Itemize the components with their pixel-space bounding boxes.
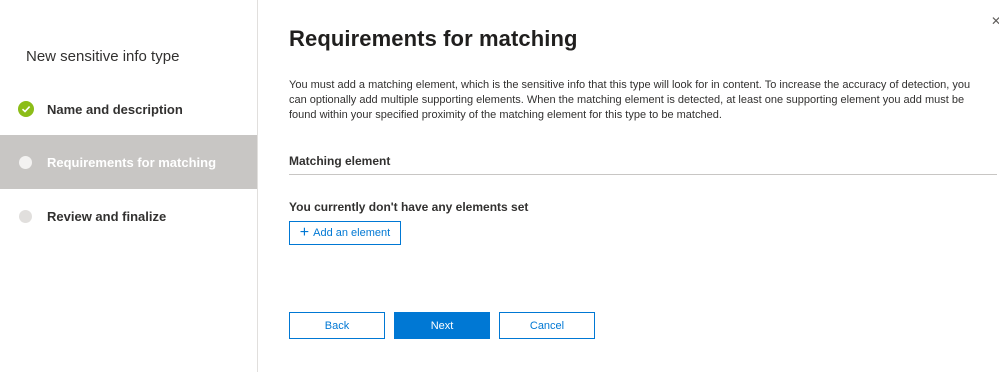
back-button[interactable]: Back [289, 312, 385, 339]
step-indicator-icon [19, 209, 32, 223]
step-indicator-icon [19, 155, 32, 169]
page-title: Requirements for matching [289, 26, 578, 51]
add-element-button[interactable]: + Add an element [289, 221, 401, 245]
cancel-button[interactable]: Cancel [499, 312, 595, 339]
page-description: You must add a matching element, which i… [289, 79, 971, 121]
section-header-matching-element: Matching element [289, 154, 391, 168]
step-name-and-description[interactable]: Name and description [0, 82, 257, 136]
empty-state-text: You currently don't have any elements se… [289, 200, 529, 214]
divider [289, 174, 997, 175]
main-panel: Requirements for matching ✕ You must add… [289, 0, 999, 372]
wizard-sidebar: New sensitive info type Name and descrip… [0, 0, 258, 372]
step-review-and-finalize[interactable]: Review and finalize [0, 189, 257, 243]
next-button[interactable]: Next [394, 312, 490, 339]
step-label: Name and description [47, 101, 183, 117]
step-label: Review and finalize [47, 208, 167, 224]
check-icon [18, 101, 34, 117]
plus-icon: + [299, 224, 310, 241]
wizard-title: New sensitive info type [26, 48, 180, 65]
step-requirements-for-matching[interactable]: Requirements for matching [0, 135, 257, 189]
add-element-label: Add an element [313, 227, 391, 239]
step-label: Requirements for matching [47, 154, 217, 170]
close-icon[interactable]: ✕ [991, 14, 999, 28]
